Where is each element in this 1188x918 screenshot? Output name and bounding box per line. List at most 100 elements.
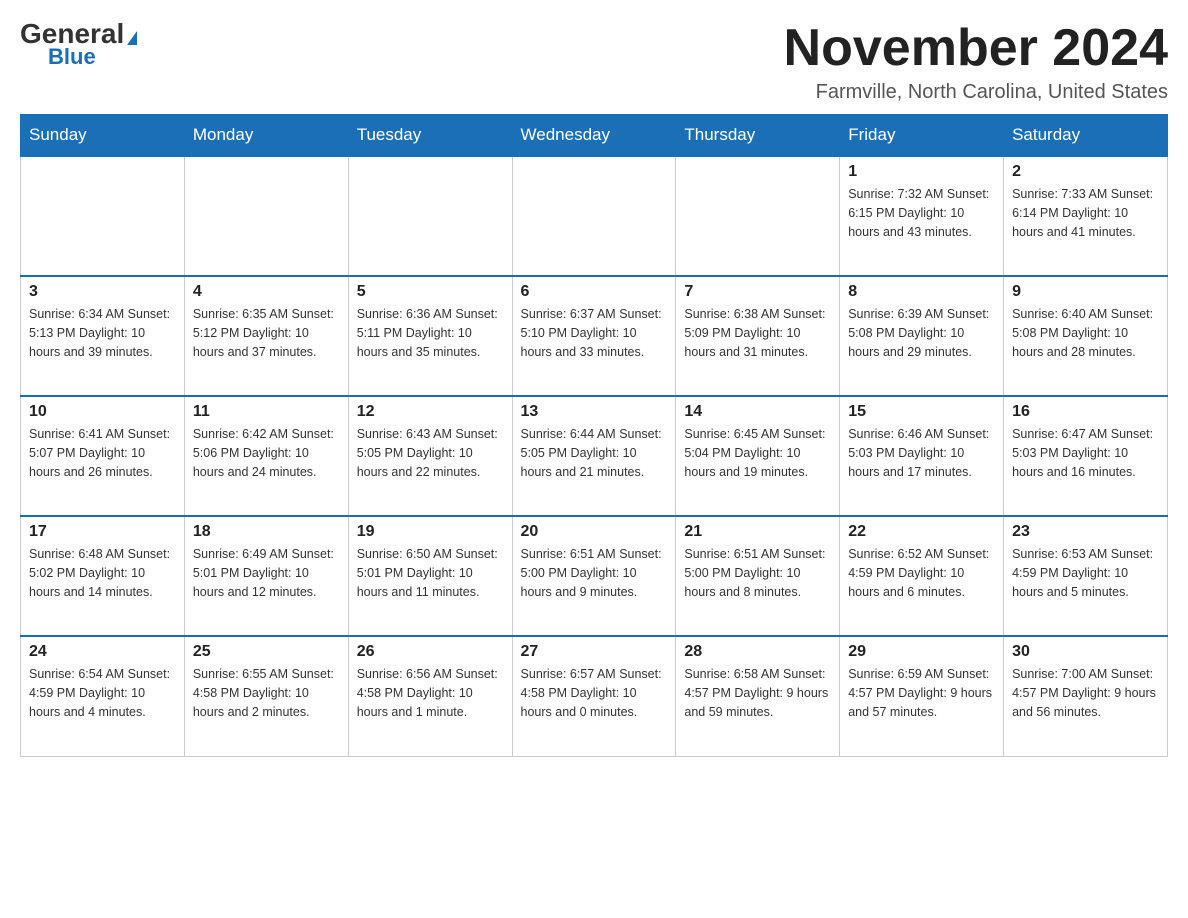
day-number: 25: [193, 643, 340, 661]
day-number: 9: [1012, 283, 1159, 301]
day-info: Sunrise: 6:42 AM Sunset: 5:06 PM Dayligh…: [193, 425, 340, 481]
day-info: Sunrise: 6:34 AM Sunset: 5:13 PM Dayligh…: [29, 305, 176, 361]
week-row-1: 1Sunrise: 7:32 AM Sunset: 6:15 PM Daylig…: [21, 156, 1168, 276]
day-number: 12: [357, 403, 504, 421]
calendar-cell: [348, 156, 512, 276]
calendar-cell: 7Sunrise: 6:38 AM Sunset: 5:09 PM Daylig…: [676, 276, 840, 396]
day-number: 2: [1012, 163, 1159, 181]
day-info: Sunrise: 6:59 AM Sunset: 4:57 PM Dayligh…: [848, 665, 995, 721]
calendar-cell: [184, 156, 348, 276]
day-number: 1: [848, 163, 995, 181]
day-number: 27: [521, 643, 668, 661]
day-number: 19: [357, 523, 504, 541]
day-number: 8: [848, 283, 995, 301]
logo-blue: Blue: [48, 44, 96, 70]
day-info: Sunrise: 6:40 AM Sunset: 5:08 PM Dayligh…: [1012, 305, 1159, 361]
day-number: 3: [29, 283, 176, 301]
day-info: Sunrise: 6:36 AM Sunset: 5:11 PM Dayligh…: [357, 305, 504, 361]
day-info: Sunrise: 7:00 AM Sunset: 4:57 PM Dayligh…: [1012, 665, 1159, 721]
page-header: General Blue November 2024 Farmville, No…: [20, 20, 1168, 104]
day-number: 14: [684, 403, 831, 421]
day-info: Sunrise: 6:47 AM Sunset: 5:03 PM Dayligh…: [1012, 425, 1159, 481]
day-info: Sunrise: 6:35 AM Sunset: 5:12 PM Dayligh…: [193, 305, 340, 361]
day-info: Sunrise: 6:57 AM Sunset: 4:58 PM Dayligh…: [521, 665, 668, 721]
calendar: Sunday Monday Tuesday Wednesday Thursday…: [20, 114, 1168, 757]
day-number: 21: [684, 523, 831, 541]
calendar-cell: 26 Sunrise: 6:56 AM Sunset: 4:58 PM Dayli…: [348, 636, 512, 756]
week-row-3: 10Sunrise: 6:41 AM Sunset: 5:07 PM Dayli…: [21, 396, 1168, 516]
calendar-cell: 23 Sunrise: 6:53 AM Sunset: 4:59 PM Dayli…: [1004, 516, 1168, 636]
calendar-cell: 8 Sunrise: 6:39 AM Sunset: 5:08 PM Daylig…: [840, 276, 1004, 396]
calendar-cell: 29Sunrise: 6:59 AM Sunset: 4:57 PM Dayli…: [840, 636, 1004, 756]
day-info: Sunrise: 6:41 AM Sunset: 5:07 PM Dayligh…: [29, 425, 176, 481]
week-row-4: 17 Sunrise: 6:48 AM Sunset: 5:02 PM Dayli…: [21, 516, 1168, 636]
day-number: 23: [1012, 523, 1159, 541]
calendar-cell: 13 Sunrise: 6:44 AM Sunset: 5:05 PM Dayli…: [512, 396, 676, 516]
day-number: 22: [848, 523, 995, 541]
col-friday: Friday: [840, 115, 1004, 157]
day-number: 17: [29, 523, 176, 541]
day-info: Sunrise: 6:43 AM Sunset: 5:05 PM Dayligh…: [357, 425, 504, 481]
col-monday: Monday: [184, 115, 348, 157]
day-info: Sunrise: 6:46 AM Sunset: 5:03 PM Dayligh…: [848, 425, 995, 481]
calendar-cell: 30 Sunrise: 7:00 AM Sunset: 4:57 PM Dayli…: [1004, 636, 1168, 756]
day-info: Sunrise: 6:45 AM Sunset: 5:04 PM Dayligh…: [684, 425, 831, 481]
col-thursday: Thursday: [676, 115, 840, 157]
calendar-cell: 19 Sunrise: 6:50 AM Sunset: 5:01 PM Dayli…: [348, 516, 512, 636]
calendar-cell: 17 Sunrise: 6:48 AM Sunset: 5:02 PM Dayli…: [21, 516, 185, 636]
day-info: Sunrise: 6:51 AM Sunset: 5:00 PM Dayligh…: [684, 545, 831, 601]
week-row-5: 24 Sunrise: 6:54 AM Sunset: 4:59 PM Dayli…: [21, 636, 1168, 756]
calendar-cell: 21 Sunrise: 6:51 AM Sunset: 5:00 PM Dayli…: [676, 516, 840, 636]
day-number: 28: [684, 643, 831, 661]
calendar-cell: 6 Sunrise: 6:37 AM Sunset: 5:10 PM Daylig…: [512, 276, 676, 396]
calendar-cell: 16 Sunrise: 6:47 AM Sunset: 5:03 PM Dayli…: [1004, 396, 1168, 516]
day-number: 13: [521, 403, 668, 421]
calendar-cell: [21, 156, 185, 276]
calendar-cell: 28Sunrise: 6:58 AM Sunset: 4:57 PM Dayli…: [676, 636, 840, 756]
calendar-cell: 25Sunrise: 6:55 AM Sunset: 4:58 PM Dayli…: [184, 636, 348, 756]
calendar-cell: [512, 156, 676, 276]
day-number: 16: [1012, 403, 1159, 421]
day-number: 30: [1012, 643, 1159, 661]
day-info: Sunrise: 7:33 AM Sunset: 6:14 PM Dayligh…: [1012, 185, 1159, 241]
col-tuesday: Tuesday: [348, 115, 512, 157]
col-saturday: Saturday: [1004, 115, 1168, 157]
calendar-cell: 14 Sunrise: 6:45 AM Sunset: 5:04 PM Dayli…: [676, 396, 840, 516]
day-info: Sunrise: 6:53 AM Sunset: 4:59 PM Dayligh…: [1012, 545, 1159, 601]
calendar-cell: 15 Sunrise: 6:46 AM Sunset: 5:03 PM Dayli…: [840, 396, 1004, 516]
day-info: Sunrise: 6:39 AM Sunset: 5:08 PM Dayligh…: [848, 305, 995, 361]
day-number: 26: [357, 643, 504, 661]
calendar-cell: 18Sunrise: 6:49 AM Sunset: 5:01 PM Dayli…: [184, 516, 348, 636]
calendar-cell: 11 Sunrise: 6:42 AM Sunset: 5:06 PM Dayli…: [184, 396, 348, 516]
calendar-cell: 5 Sunrise: 6:36 AM Sunset: 5:11 PM Daylig…: [348, 276, 512, 396]
location: Farmville, North Carolina, United States: [784, 81, 1168, 104]
day-info: Sunrise: 6:44 AM Sunset: 5:05 PM Dayligh…: [521, 425, 668, 481]
col-wednesday: Wednesday: [512, 115, 676, 157]
day-number: 15: [848, 403, 995, 421]
day-info: Sunrise: 6:50 AM Sunset: 5:01 PM Dayligh…: [357, 545, 504, 601]
day-number: 7: [684, 283, 831, 301]
day-info: Sunrise: 6:54 AM Sunset: 4:59 PM Dayligh…: [29, 665, 176, 721]
calendar-cell: 24 Sunrise: 6:54 AM Sunset: 4:59 PM Dayli…: [21, 636, 185, 756]
calendar-cell: 3 Sunrise: 6:34 AM Sunset: 5:13 PM Daylig…: [21, 276, 185, 396]
day-info: Sunrise: 6:56 AM Sunset: 4:58 PM Dayligh…: [357, 665, 504, 721]
calendar-header-row: Sunday Monday Tuesday Wednesday Thursday…: [21, 115, 1168, 157]
day-number: 24: [29, 643, 176, 661]
day-info: Sunrise: 6:48 AM Sunset: 5:02 PM Dayligh…: [29, 545, 176, 601]
day-number: 11: [193, 403, 340, 421]
day-info: Sunrise: 6:37 AM Sunset: 5:10 PM Dayligh…: [521, 305, 668, 361]
logo: General Blue: [20, 20, 137, 70]
calendar-cell: 20Sunrise: 6:51 AM Sunset: 5:00 PM Dayli…: [512, 516, 676, 636]
month-title: November 2024: [784, 20, 1168, 77]
col-sunday: Sunday: [21, 115, 185, 157]
calendar-cell: 9 Sunrise: 6:40 AM Sunset: 5:08 PM Daylig…: [1004, 276, 1168, 396]
day-info: Sunrise: 6:49 AM Sunset: 5:01 PM Dayligh…: [193, 545, 340, 601]
day-number: 5: [357, 283, 504, 301]
calendar-cell: 10Sunrise: 6:41 AM Sunset: 5:07 PM Dayli…: [21, 396, 185, 516]
day-number: 6: [521, 283, 668, 301]
day-number: 4: [193, 283, 340, 301]
title-section: November 2024 Farmville, North Carolina,…: [784, 20, 1168, 104]
calendar-cell: 1Sunrise: 7:32 AM Sunset: 6:15 PM Daylig…: [840, 156, 1004, 276]
day-info: Sunrise: 6:51 AM Sunset: 5:00 PM Dayligh…: [521, 545, 668, 601]
day-info: Sunrise: 6:52 AM Sunset: 4:59 PM Dayligh…: [848, 545, 995, 601]
